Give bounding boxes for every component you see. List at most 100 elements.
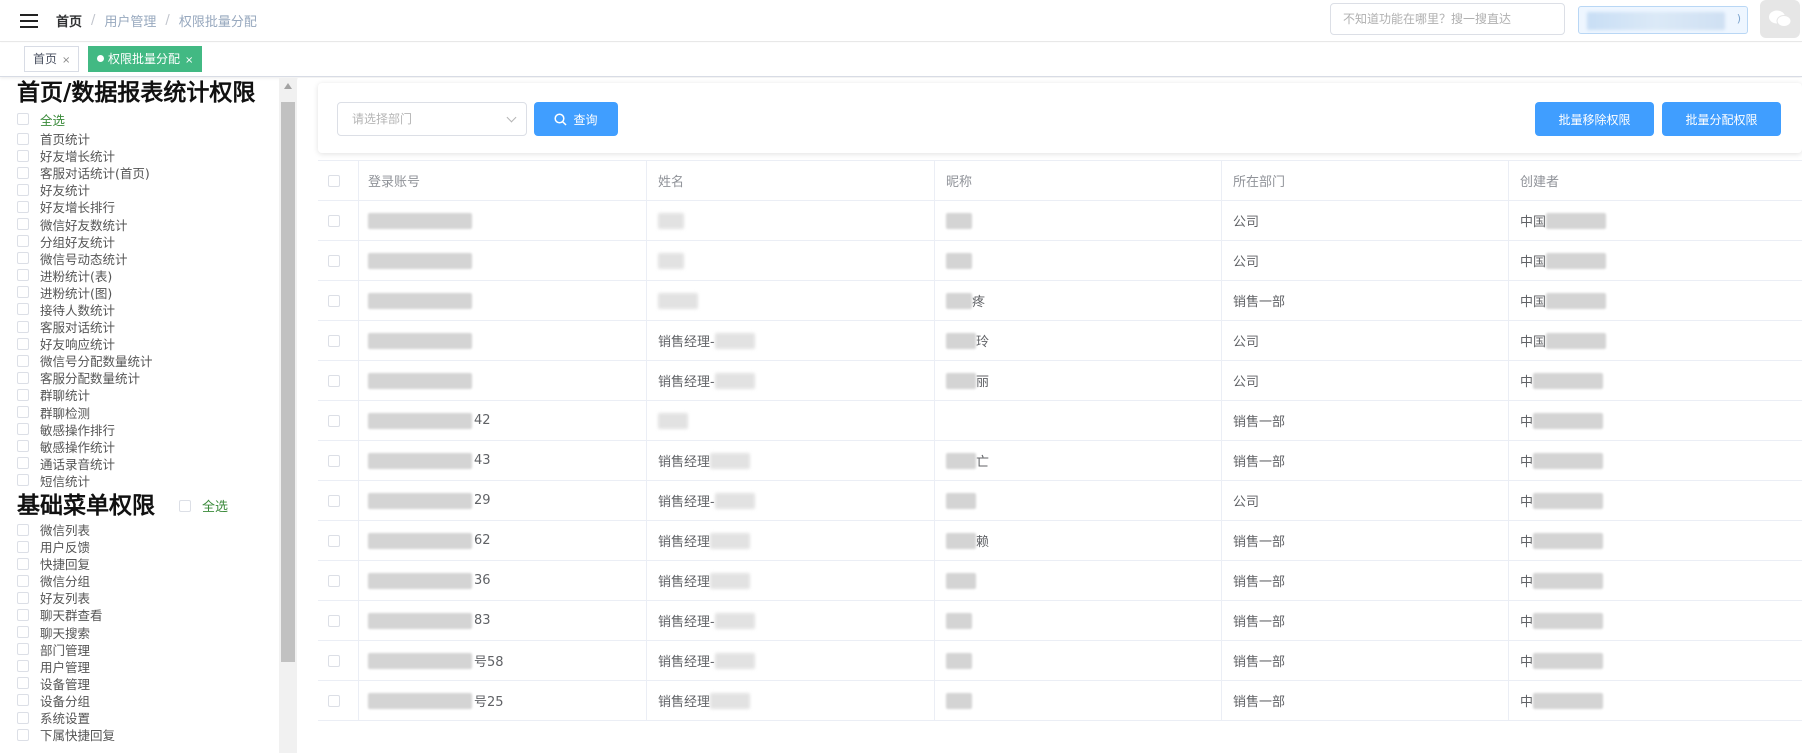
table-row[interactable]: 29 销售经理- 公司 中 (318, 481, 1802, 521)
row-checkbox[interactable] (328, 321, 340, 360)
permission-item[interactable]: 通话录音统计 (0, 455, 278, 472)
table-row[interactable]: 销售经理- 丽 公司 中 (318, 361, 1802, 401)
permission-checkbox[interactable] (17, 303, 29, 316)
row-checkbox[interactable] (328, 201, 340, 240)
permission-checkbox[interactable] (17, 269, 29, 282)
table-row[interactable]: 83 销售经理- 销售一部 中 (318, 601, 1802, 641)
permission-checkbox[interactable] (17, 440, 29, 453)
table-row[interactable]: 号58 销售经理- 销售一部 中 (318, 641, 1802, 681)
table-row[interactable]: 43 销售经理 亡 销售一部 中 (318, 441, 1802, 481)
row-checkbox[interactable] (328, 481, 340, 520)
permission-item[interactable]: 首页统计 (0, 130, 278, 147)
permission-checkbox[interactable] (17, 354, 29, 367)
permission-item[interactable]: 分组好友统计 (0, 233, 278, 250)
permission-checkbox[interactable] (17, 557, 29, 570)
table-row[interactable]: 号25 销售经理 销售一部 中 (318, 681, 1802, 721)
permission-item[interactable]: 好友统计 (0, 181, 278, 198)
row-checkbox[interactable] (328, 241, 340, 280)
permission-checkbox[interactable] (17, 540, 29, 553)
permission-item[interactable]: 用户管理 (0, 658, 278, 675)
permission-item[interactable]: 进粉统计(图) (0, 284, 278, 301)
permission-checkbox[interactable] (17, 320, 29, 333)
permission-checkbox[interactable] (17, 388, 29, 401)
permission-checkbox[interactable] (17, 591, 29, 604)
select-all-row[interactable]: 全选 (179, 496, 228, 515)
scroll-up-icon[interactable] (284, 83, 292, 89)
row-checkbox[interactable] (328, 561, 340, 600)
permission-item[interactable]: 好友响应统计 (0, 335, 278, 352)
row-checkbox[interactable] (328, 601, 340, 640)
wechat-icon[interactable] (1760, 0, 1800, 38)
permission-checkbox[interactable] (17, 235, 29, 248)
permission-checkbox[interactable] (17, 457, 29, 470)
breadcrumb-home[interactable]: 首页 (56, 11, 82, 30)
permission-checkbox[interactable] (17, 183, 29, 196)
permission-checkbox[interactable] (17, 337, 29, 350)
permission-item[interactable]: 微信号分配数量统计 (0, 352, 278, 369)
permission-checkbox[interactable] (17, 406, 29, 419)
permission-checkbox[interactable] (17, 286, 29, 299)
tag-permission-batch[interactable]: 权限批量分配 × (88, 46, 203, 72)
permission-item[interactable]: 微信好友数统计 (0, 215, 278, 233)
permission-checkbox[interactable] (17, 728, 29, 741)
permission-item[interactable]: 设备管理 (0, 675, 278, 692)
permission-item[interactable]: 短信统计 (0, 472, 278, 489)
permission-checkbox[interactable] (17, 474, 29, 487)
user-account-badge[interactable]: ) (1578, 6, 1748, 34)
permission-item[interactable]: 用户反馈 (0, 538, 278, 555)
permission-item[interactable]: 设备分组 (0, 692, 278, 709)
permission-item[interactable]: 下属快捷回复 (0, 726, 278, 743)
permission-checkbox[interactable] (17, 132, 29, 145)
breadcrumb-user-management[interactable]: 用户管理 (104, 11, 156, 30)
batch-remove-permission-button[interactable]: 批量移除权限 (1535, 102, 1654, 136)
permission-item[interactable]: 敏感操作排行 (0, 421, 278, 438)
permission-item[interactable]: 微信分组 (0, 572, 278, 589)
permission-checkbox[interactable] (17, 200, 29, 213)
permission-checkbox[interactable] (17, 218, 29, 231)
permission-item[interactable]: 客服对话统计(首页) (0, 164, 278, 181)
query-button[interactable]: 查询 (534, 102, 618, 136)
table-row[interactable]: 36 销售经理 销售一部 中 (318, 561, 1802, 601)
permission-item[interactable]: 快捷回复 (0, 555, 278, 572)
permission-checkbox[interactable] (17, 574, 29, 587)
row-checkbox[interactable] (328, 681, 340, 720)
permission-checkbox[interactable] (17, 523, 29, 536)
table-row[interactable]: 公司 中国 (318, 241, 1802, 281)
select-all-row[interactable]: 全选 (0, 108, 278, 130)
department-select[interactable]: 请选择部门 (337, 102, 527, 136)
select-all-checkbox[interactable] (17, 113, 29, 125)
table-row[interactable]: 42 销售一部 中 (318, 401, 1802, 441)
permission-checkbox[interactable] (17, 423, 29, 436)
permission-item[interactable]: 聊天群查看 (0, 606, 278, 623)
batch-assign-permission-button[interactable]: 批量分配权限 (1662, 102, 1781, 136)
permission-checkbox[interactable] (17, 660, 29, 673)
permission-item[interactable]: 聊天搜索 (0, 624, 278, 641)
table-row[interactable]: 62 销售经理 赖 销售一部 中 (318, 521, 1802, 561)
permission-checkbox[interactable] (17, 608, 29, 621)
permission-checkbox[interactable] (17, 711, 29, 724)
permission-checkbox[interactable] (17, 371, 29, 384)
permission-item[interactable]: 部门管理 (0, 641, 278, 658)
permission-checkbox[interactable] (17, 166, 29, 179)
row-checkbox[interactable] (328, 521, 340, 560)
permission-item[interactable]: 敏感操作统计 (0, 438, 278, 455)
permission-item[interactable]: 群聊检测 (0, 404, 278, 421)
scrollbar-thumb[interactable] (281, 102, 295, 662)
table-row[interactable]: 公司 中国 (318, 201, 1802, 241)
permission-checkbox[interactable] (17, 694, 29, 707)
permission-item[interactable]: 微信列表 (0, 521, 278, 538)
panel-scrollbar[interactable] (279, 78, 297, 753)
permission-checkbox[interactable] (17, 643, 29, 656)
permission-checkbox[interactable] (17, 252, 29, 265)
permission-checkbox[interactable] (17, 677, 29, 690)
close-icon[interactable]: × (185, 55, 193, 66)
tag-home[interactable]: 首页 × (24, 46, 80, 72)
permission-checkbox[interactable] (17, 626, 29, 639)
permission-item[interactable]: 好友列表 (0, 589, 278, 606)
row-checkbox[interactable] (328, 641, 340, 680)
row-checkbox[interactable] (328, 401, 340, 440)
header-select-all-checkbox[interactable] (328, 161, 340, 200)
permission-item[interactable]: 系统设置 (0, 709, 278, 726)
row-checkbox[interactable] (328, 281, 340, 320)
permission-item[interactable]: 客服对话统计 (0, 318, 278, 335)
